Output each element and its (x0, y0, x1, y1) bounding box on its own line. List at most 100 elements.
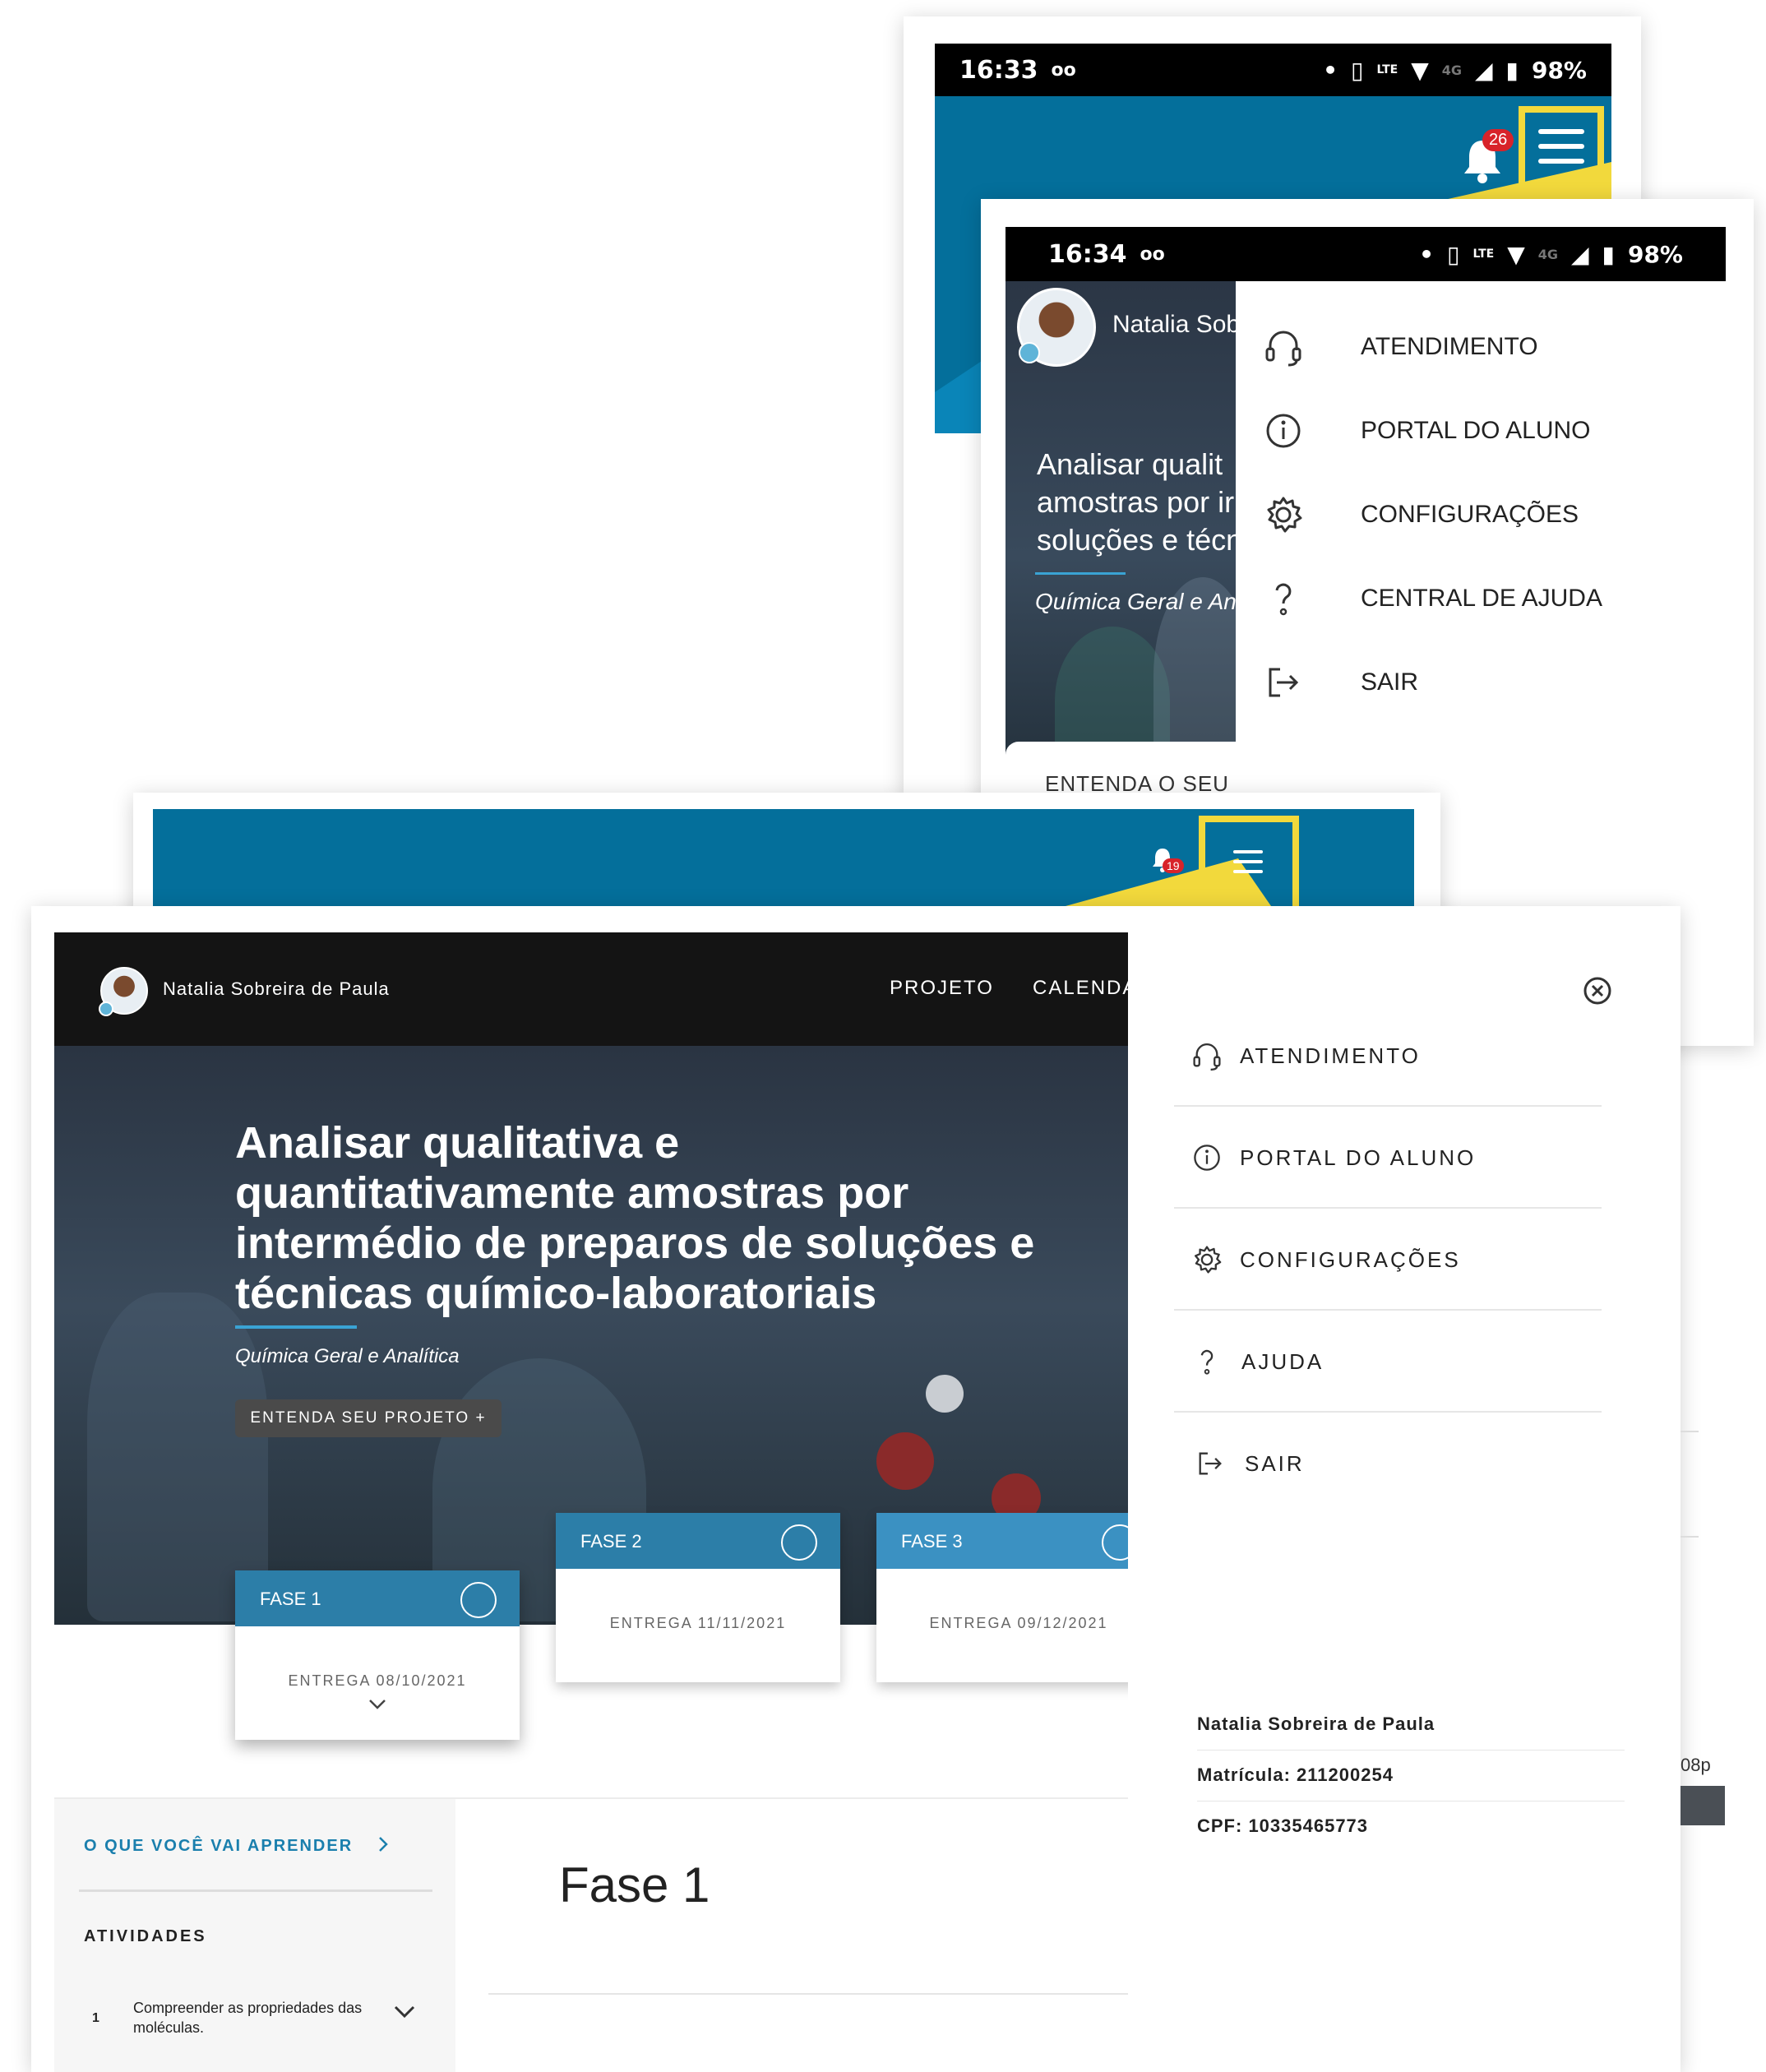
menu-item-sair[interactable]: SAIR (1194, 1439, 1305, 1488)
dot-icon: • (1323, 56, 1338, 84)
menu-label: SAIR (1361, 668, 1419, 696)
battery-percent: 98% (1627, 240, 1683, 268)
entenda-projeto-button[interactable]: ENTENDA SEU PROJETO + (235, 1399, 502, 1437)
menu-label: CENTRAL DE AJUDA (1361, 585, 1602, 612)
voicemail-icon: oo (1051, 59, 1076, 81)
volte-icon: LTE (1472, 247, 1495, 261)
notification-count: 19 (1163, 858, 1184, 873)
hero-title: Analisar qualit amostras por ir soluções… (1037, 447, 1236, 557)
menu-divider (1174, 1411, 1602, 1413)
learn-link[interactable]: O QUE VOCÊ VAI APRENDER (84, 1835, 389, 1857)
battery-icon: ▮ (1505, 56, 1519, 84)
top-nav: Natalia Sobreira de Paula PROJETO CALEND… (54, 932, 1128, 1046)
activities-heading: ATIVIDADES (84, 1927, 207, 1945)
avatar-badge-icon (1019, 342, 1040, 363)
menu-item-configuracoes[interactable]: CONFIGURAÇÕES (1190, 1235, 1461, 1284)
gear-icon (1262, 493, 1305, 536)
hamburger-menu-button[interactable] (1233, 850, 1263, 873)
hamburger-line (1538, 159, 1584, 164)
activity-item[interactable]: 1 Compreender as propriedades das molécu… (84, 1993, 437, 2042)
menu-label: ATENDIMENTO (1361, 333, 1538, 360)
menu-label: CONFIGURAÇÕES (1361, 501, 1579, 528)
headset-icon (1190, 1039, 1223, 1072)
desktop-header-screen: 19 (133, 793, 1440, 924)
question-icon (1262, 577, 1305, 620)
phase-status-circle-icon (460, 1582, 497, 1618)
desktop-side-menu: ATENDIMENTO PORTAL DO ALUNO CONFIGURAÇÕE… (1128, 932, 1680, 2072)
status-bar: 16:34 oo • ▯ LTE ▼ 4G ◢ ▮ 98% (1006, 227, 1726, 281)
volte-icon: LTE (1376, 63, 1398, 76)
activity-number: 1 (92, 2011, 99, 2025)
menu-item-atendimento[interactable]: ATENDIMENTO (1190, 1031, 1421, 1080)
battery-percent: 98% (1531, 56, 1587, 84)
status-time: 16:34 (1048, 239, 1127, 269)
wifi-icon: ▼ (1411, 56, 1429, 84)
info-divider (1197, 1750, 1625, 1751)
phase-delivery: ENTREGA 08/10/2021 (288, 1672, 467, 1689)
menu-item-sair[interactable]: SAIR (1262, 658, 1418, 707)
menu-item-portal[interactable]: PORTAL DO ALUNO (1262, 406, 1591, 456)
network-type: 4G (1441, 62, 1462, 78)
close-icon[interactable] (1582, 975, 1613, 1011)
signal-icon: ◢ (1475, 56, 1493, 84)
background-peek-line (1680, 1431, 1699, 1432)
user-info-cpf: CPF: 10335465773 (1197, 1815, 1369, 1836)
menu-item-ajuda[interactable]: AJUDA (1190, 1337, 1324, 1386)
hero-underline (235, 1325, 357, 1329)
phase-header: FASE 1 (235, 1570, 520, 1626)
notification-bell[interactable]: 19 (1151, 847, 1187, 880)
status-bar: 16:33 oo • ▯ LTE ▼ 4G ◢ ▮ 98% (935, 44, 1611, 96)
sidebar-divider (79, 1889, 432, 1892)
hamburger-line (1233, 850, 1263, 853)
hamburger-menu-button[interactable] (1538, 129, 1584, 164)
phase-card-2[interactable]: FASE 2 ENTREGA 11/11/2021 (556, 1513, 840, 1682)
logout-icon (1262, 661, 1305, 704)
vibrate-icon: ▯ (1351, 56, 1364, 84)
status-time: 16:33 (959, 55, 1038, 85)
desktop-screen: Natalia Sobreira de Paula PROJETO CALEND… (31, 906, 1680, 2072)
hamburger-line (1538, 144, 1584, 149)
signal-icon: ◢ (1571, 240, 1589, 268)
menu-item-atendimento[interactable]: ATENDIMENTO (1262, 322, 1538, 372)
wifi-icon: ▼ (1507, 240, 1525, 268)
menu-label: ATENDIMENTO (1240, 1043, 1421, 1068)
avatar-badge-icon (99, 1001, 113, 1016)
user-name: Natalia Sob (1112, 311, 1236, 338)
headset-icon (1262, 326, 1305, 368)
phase-card-1[interactable]: FASE 1 ENTREGA 08/10/2021 (235, 1570, 520, 1740)
info-icon (1190, 1141, 1223, 1174)
molecule-shape (926, 1375, 964, 1413)
menu-item-portal[interactable]: PORTAL DO ALUNO (1190, 1133, 1476, 1182)
battery-icon: ▮ (1602, 240, 1615, 268)
menu-item-configuracoes[interactable]: CONFIGURAÇÕES (1262, 490, 1579, 539)
phase-header: FASE 2 (556, 1513, 840, 1569)
molecule-shape (876, 1432, 934, 1490)
hamburger-line (1233, 860, 1263, 863)
phase-label: FASE 3 (901, 1531, 963, 1552)
info-icon (1262, 409, 1305, 452)
hero-subtitle: Química Geral e Analítica (235, 1345, 460, 1367)
phase-header: FASE 3 (876, 1513, 1128, 1569)
chevron-down-icon[interactable] (393, 2005, 416, 2023)
chevron-down-icon[interactable] (235, 1698, 520, 1715)
hero-title: Analisar qualitativa e quantitativamente… (235, 1118, 1035, 1318)
phase-card-3[interactable]: FASE 3 ENTREGA 09/12/2021 (876, 1513, 1128, 1682)
menu-item-central-ajuda[interactable]: CENTRAL DE AJUDA (1262, 574, 1602, 623)
phase-delivery: ENTREGA 09/12/2021 (929, 1615, 1108, 1631)
nav-calendario[interactable]: CALENDA (1033, 977, 1128, 1000)
gear-icon (1190, 1243, 1223, 1276)
background-peek-line (1680, 1536, 1699, 1538)
notification-count: 26 (1482, 129, 1514, 151)
desktop-main: Natalia Sobreira de Paula PROJETO CALEND… (54, 932, 1128, 2072)
hero-underline (1035, 572, 1126, 575)
question-icon (1190, 1342, 1223, 1381)
menu-divider (1174, 1309, 1602, 1311)
chevron-right-icon (377, 1835, 389, 1857)
hamburger-line (1233, 870, 1263, 873)
background-peek-text: 08p (1680, 1755, 1711, 1775)
notification-bell[interactable]: 26 (1461, 129, 1519, 183)
phase-label: FASE 1 (260, 1589, 321, 1609)
nav-projeto[interactable]: PROJETO (890, 977, 994, 1000)
learn-link-label: O QUE VOCÊ VAI APRENDER (84, 1837, 354, 1855)
phase-status-circle-icon (781, 1524, 817, 1561)
